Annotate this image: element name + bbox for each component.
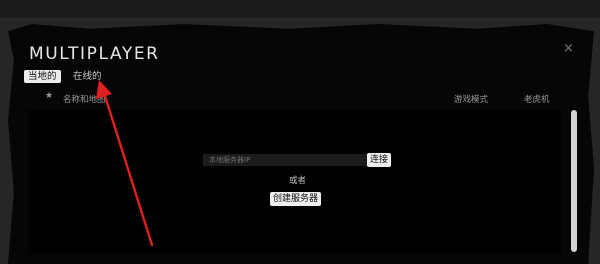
- annotation-arrow-head: [96, 80, 112, 99]
- annotation-arrow: [96, 80, 154, 247]
- annotation-arrow-shaft: [103, 94, 154, 247]
